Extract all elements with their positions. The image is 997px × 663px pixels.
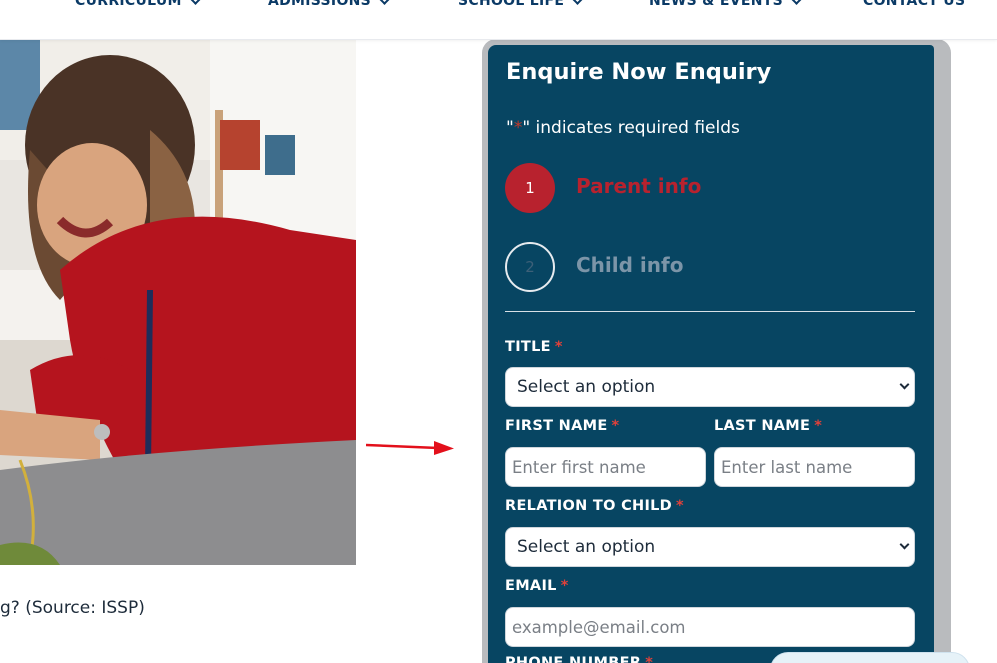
nav-item-curriculum[interactable]: CURRICULUM: [75, 0, 202, 9]
step-1-indicator: 1: [505, 163, 555, 213]
required-star: *: [611, 418, 620, 434]
chevron-down-icon: [790, 0, 803, 5]
email-label-text: EMAIL: [505, 578, 557, 594]
first-name-input[interactable]: [505, 447, 706, 487]
article-photo: [0, 40, 356, 565]
chevron-down-icon: [188, 0, 202, 5]
phone-field-label: PHONE NUMBER *: [505, 655, 653, 663]
last-name-field-label: LAST NAME *: [714, 418, 822, 434]
required-star: *: [560, 578, 569, 594]
nav-item-label: SCHOOL LIFE: [458, 0, 565, 9]
phone-label-text: PHONE NUMBER: [505, 655, 642, 663]
last-name-input[interactable]: [714, 447, 915, 487]
nav-item-school-life[interactable]: SCHOOL LIFE: [458, 0, 585, 9]
step-2-label: Child info: [576, 253, 684, 277]
relation-field-label: RELATION TO CHILD *: [505, 498, 684, 514]
title-select-value: Select an option: [517, 377, 656, 397]
chevron-down-icon: [899, 379, 910, 390]
email-field-label: EMAIL *: [505, 578, 569, 594]
form-title: Enquire Now Enquiry: [506, 59, 772, 85]
relation-label-text: RELATION TO CHILD: [505, 498, 673, 514]
required-note-suffix: " indicates required fields: [522, 118, 740, 138]
step-1-label: Parent info: [576, 174, 702, 198]
required-star: *: [645, 655, 654, 663]
nav-item-label: NEWS & EVENTS: [649, 0, 783, 9]
required-star: *: [554, 339, 563, 355]
top-navigation: CURRICULUM ADMISSIONS SCHOOL LIFE NEWS &…: [0, 0, 997, 40]
email-input[interactable]: [505, 607, 915, 647]
relation-select[interactable]: Select an option: [505, 527, 915, 567]
article-caption: g? (Source: ISSP): [0, 598, 145, 618]
nav-item-label: ADMISSIONS: [268, 0, 372, 9]
nav-item-contact-us[interactable]: CONTACT US: [863, 0, 965, 9]
arrow-right-icon: [366, 441, 454, 455]
first-name-label-text: FIRST NAME: [505, 418, 608, 434]
step-2-indicator: 2: [505, 242, 555, 292]
last-name-label-text: LAST NAME: [714, 418, 811, 434]
nav-item-label: CURRICULUM: [75, 0, 182, 9]
title-select[interactable]: Select an option: [505, 367, 915, 407]
required-fields-note: "*" indicates required fields: [506, 118, 740, 138]
relation-select-value: Select an option: [517, 537, 656, 557]
nav-item-news-events[interactable]: NEWS & EVENTS: [649, 0, 803, 9]
chevron-down-icon: [378, 0, 391, 5]
first-name-field-label: FIRST NAME *: [505, 418, 619, 434]
required-star: *: [814, 418, 823, 434]
chat-widget[interactable]: [770, 652, 970, 663]
required-star: *: [676, 498, 684, 514]
step-divider: [505, 311, 915, 312]
required-note-prefix: ": [506, 118, 514, 138]
chevron-down-icon: [571, 0, 585, 5]
nav-item-admissions[interactable]: ADMISSIONS: [268, 0, 391, 9]
chevron-down-icon: [899, 539, 910, 550]
title-field-label: TITLE *: [505, 339, 563, 355]
title-label-text: TITLE: [505, 339, 551, 355]
nav-item-label: CONTACT US: [863, 0, 966, 9]
